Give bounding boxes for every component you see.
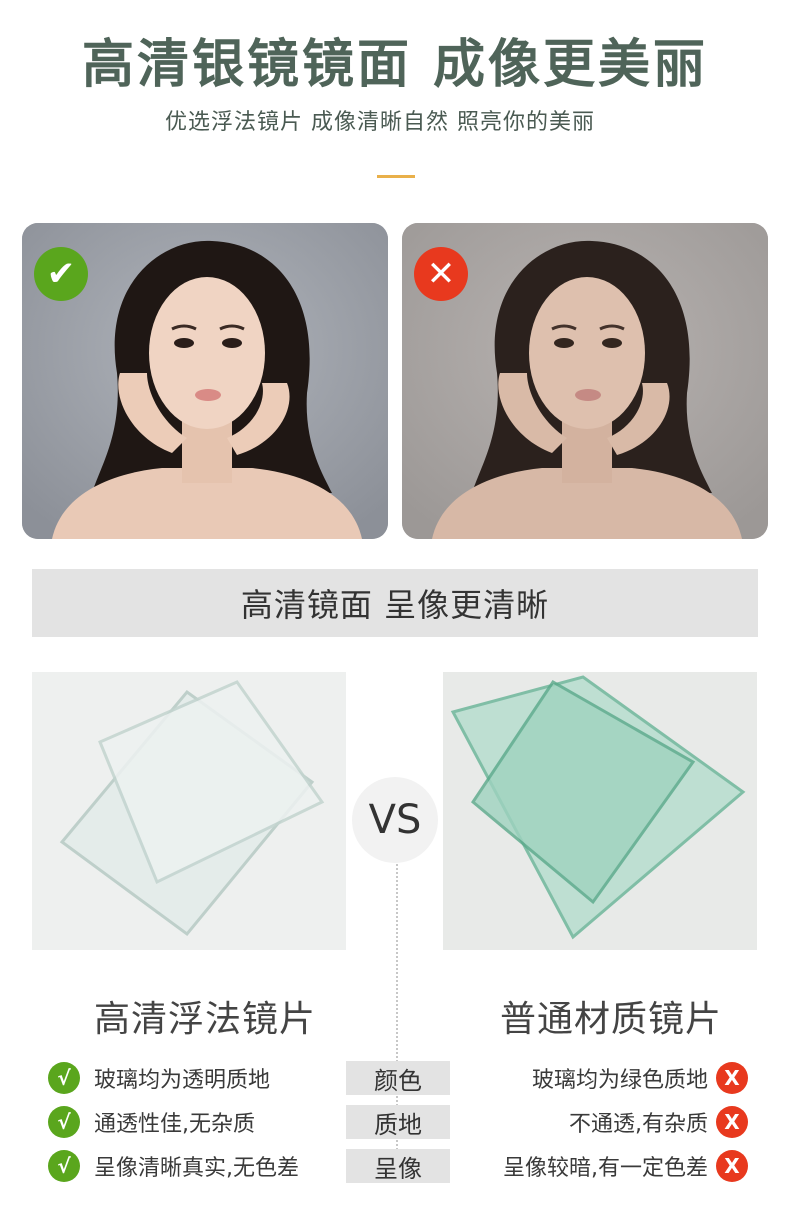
right-feature-text: 不通透,有杂质 [569, 1112, 708, 1137]
cross-icon: X [716, 1106, 748, 1138]
check-icon: ✔ [34, 247, 88, 301]
right-feature-row: 呈像较暗,有一定色差 X [503, 1146, 748, 1186]
category-label: 质地 [346, 1105, 450, 1139]
left-feature-text: 玻璃均为透明质地 [94, 1068, 271, 1093]
green-glass-image [443, 672, 757, 950]
right-feature-text: 呈像较暗,有一定色差 [503, 1156, 708, 1181]
left-feature-row: √ 通透性佳,无杂质 [48, 1102, 255, 1142]
left-feature-text: 通透性佳,无杂质 [94, 1112, 255, 1137]
page-title: 高清银镜镜面 成像更美丽 [81, 35, 709, 95]
right-feature-row: 玻璃均为绿色质地 X [532, 1058, 748, 1098]
left-feature-row: √ 玻璃均为透明质地 [48, 1058, 270, 1098]
cross-icon: X [716, 1150, 748, 1182]
check-icon: √ [48, 1106, 80, 1138]
left-feature-text: 呈像清晰真实,无色差 [94, 1156, 299, 1181]
category-label: 呈像 [346, 1149, 450, 1183]
vs-label: VS [352, 777, 438, 863]
right-feature-text: 玻璃均为绿色质地 [531, 1068, 708, 1093]
right-column-title: 普通材质镜片 [500, 999, 723, 1040]
cross-icon: X [716, 1062, 748, 1094]
check-icon: √ [48, 1062, 80, 1094]
cross-icon: ✕ [414, 247, 468, 301]
left-column-title: 高清浮法镜片 [94, 999, 317, 1040]
check-icon: √ [48, 1150, 80, 1182]
category-label: 颜色 [346, 1061, 450, 1095]
left-feature-row: √ 呈像清晰真实,无色差 [48, 1146, 299, 1186]
banner-text: 高清镜面 呈像更清晰 [32, 569, 758, 637]
page-subtitle: 优选浮法镜片 成像清晰自然 照亮你的美丽 [165, 110, 595, 135]
right-feature-row: 不通透,有杂质 X [569, 1102, 748, 1142]
clear-glass-image [32, 672, 346, 950]
accent-divider [377, 175, 415, 178]
